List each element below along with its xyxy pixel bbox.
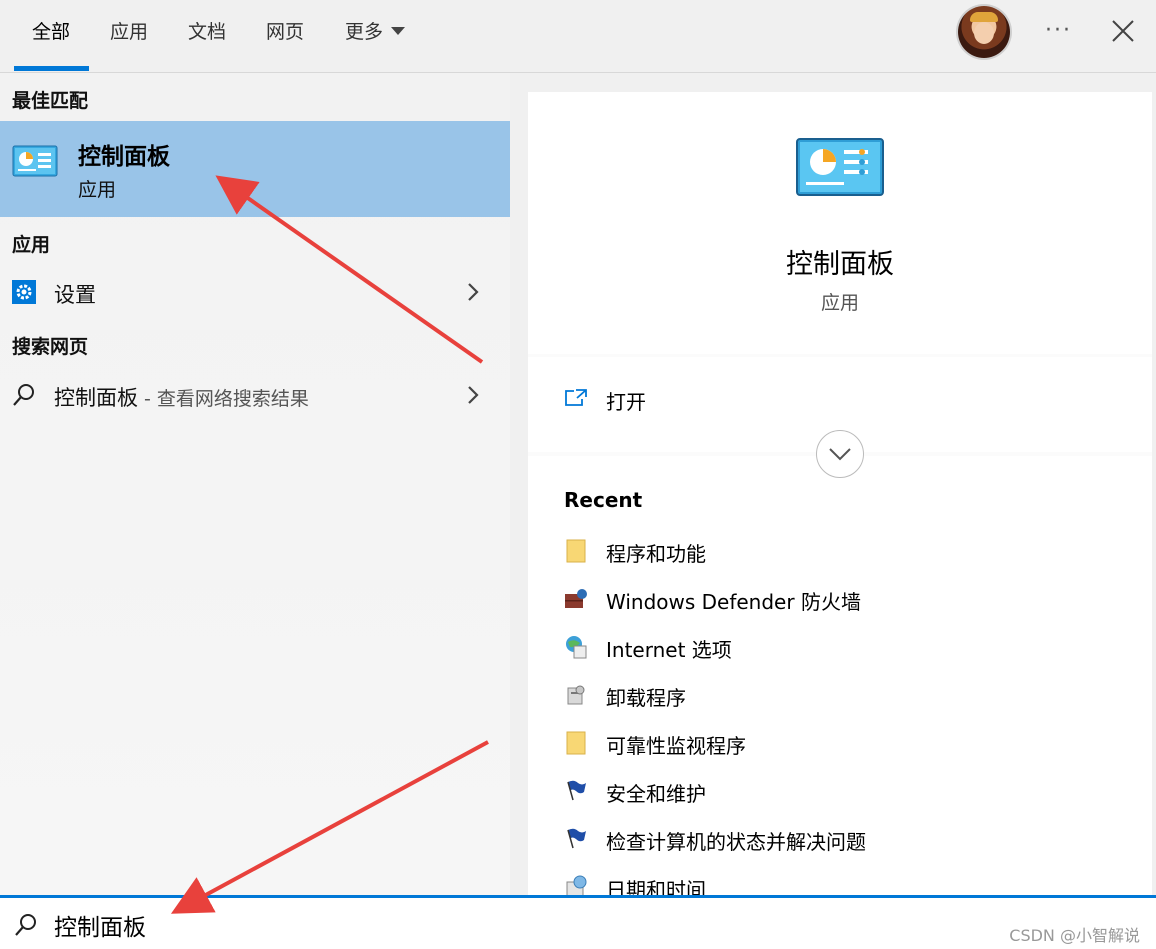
avatar-face	[974, 22, 994, 44]
preview-pane: 控制面板 应用 打开 Recent 程序和功能 Windows Defender…	[528, 92, 1152, 902]
flag-icon	[567, 780, 586, 801]
web-result-label: 控制面板 - 查看网络搜索结果	[54, 382, 309, 412]
recent-item[interactable]: 可靠性监视程序	[564, 728, 1124, 760]
best-match-title: 控制面板	[78, 144, 170, 170]
search-icon	[13, 384, 34, 406]
recent-item[interactable]: 程序和功能	[564, 536, 1124, 568]
search-scope-tabs: 全部 应用 文档 网页 更多 ···	[0, 0, 1156, 73]
folder-icon	[566, 731, 586, 755]
recent-item-label: 程序和功能	[606, 542, 706, 566]
recent-item[interactable]: 安全和维护	[564, 776, 1124, 808]
result-settings[interactable]: 设置	[0, 269, 510, 317]
preview-subtitle: 应用	[820, 292, 859, 314]
search-icon	[15, 914, 36, 936]
search-bar: CSDN @小智解说	[0, 895, 1156, 949]
recent-item-label: 可靠性监视程序	[606, 734, 746, 758]
tab-apps[interactable]: 应用	[110, 20, 148, 44]
recent-item[interactable]: Internet 选项	[564, 632, 1124, 664]
recent-item[interactable]: 卸载程序	[564, 680, 1124, 712]
open-label: 打开	[606, 390, 646, 414]
control-panel-icon	[12, 145, 58, 177]
recent-item-label: Internet 选项	[606, 638, 732, 662]
avatar[interactable]	[958, 6, 1010, 58]
control-panel-icon	[796, 138, 884, 196]
recent-item-label: 卸载程序	[606, 686, 686, 710]
tab-more[interactable]: 更多	[345, 20, 406, 44]
search-input[interactable]	[54, 908, 654, 942]
recent-heading: Recent	[564, 488, 643, 512]
recent-item-label: 安全和维护	[606, 782, 706, 806]
web-result-desc: - 查看网络搜索结果	[138, 388, 309, 410]
best-match-item[interactable]: 控制面板 应用	[0, 121, 510, 217]
web-result-term: 控制面板	[54, 386, 138, 410]
results-pane: 最佳匹配 控制面板 应用 应用 设置 搜索网页 控制面板 - 查看网络搜索结果	[0, 73, 510, 895]
apps-heading: 应用	[12, 234, 51, 256]
tab-all[interactable]: 全部	[32, 20, 70, 44]
uninstall-icon	[567, 685, 585, 705]
result-web-search[interactable]: 控制面板 - 查看网络搜索结果	[0, 372, 510, 420]
best-match-heading: 最佳匹配	[12, 90, 89, 112]
tab-more-label: 更多	[345, 21, 384, 43]
chevron-right-icon[interactable]	[466, 384, 480, 406]
chevron-down-icon	[391, 26, 406, 35]
chevron-right-icon[interactable]	[466, 281, 480, 303]
firewall-icon	[565, 589, 587, 608]
tab-documents[interactable]: 文档	[188, 20, 226, 44]
preview-title: 控制面板	[786, 249, 894, 280]
globe-icon	[566, 636, 587, 659]
recent-item-label: 检查计算机的状态并解决问题	[606, 830, 866, 854]
recent-item[interactable]: 检查计算机的状态并解决问题	[564, 824, 1124, 856]
web-heading: 搜索网页	[12, 336, 89, 358]
folder-icon	[566, 539, 586, 563]
tab-web[interactable]: 网页	[266, 20, 304, 44]
avatar-crown	[970, 12, 998, 22]
watermark: CSDN @小智解说	[1009, 926, 1140, 945]
expand-button[interactable]	[816, 430, 864, 478]
active-tab-indicator	[14, 66, 89, 71]
settings-label: 设置	[54, 283, 96, 307]
gear-icon	[12, 280, 36, 304]
open-external-icon	[565, 389, 587, 406]
recent-item[interactable]: Windows Defender 防火墙	[564, 584, 1124, 616]
recent-item-label: Windows Defender 防火墙	[606, 590, 861, 614]
flag-icon	[567, 828, 586, 849]
more-dots-icon[interactable]: ···	[1045, 18, 1072, 43]
close-icon[interactable]	[1108, 16, 1138, 46]
best-match-subtitle: 应用	[78, 179, 117, 201]
chevron-down-icon	[829, 448, 851, 461]
